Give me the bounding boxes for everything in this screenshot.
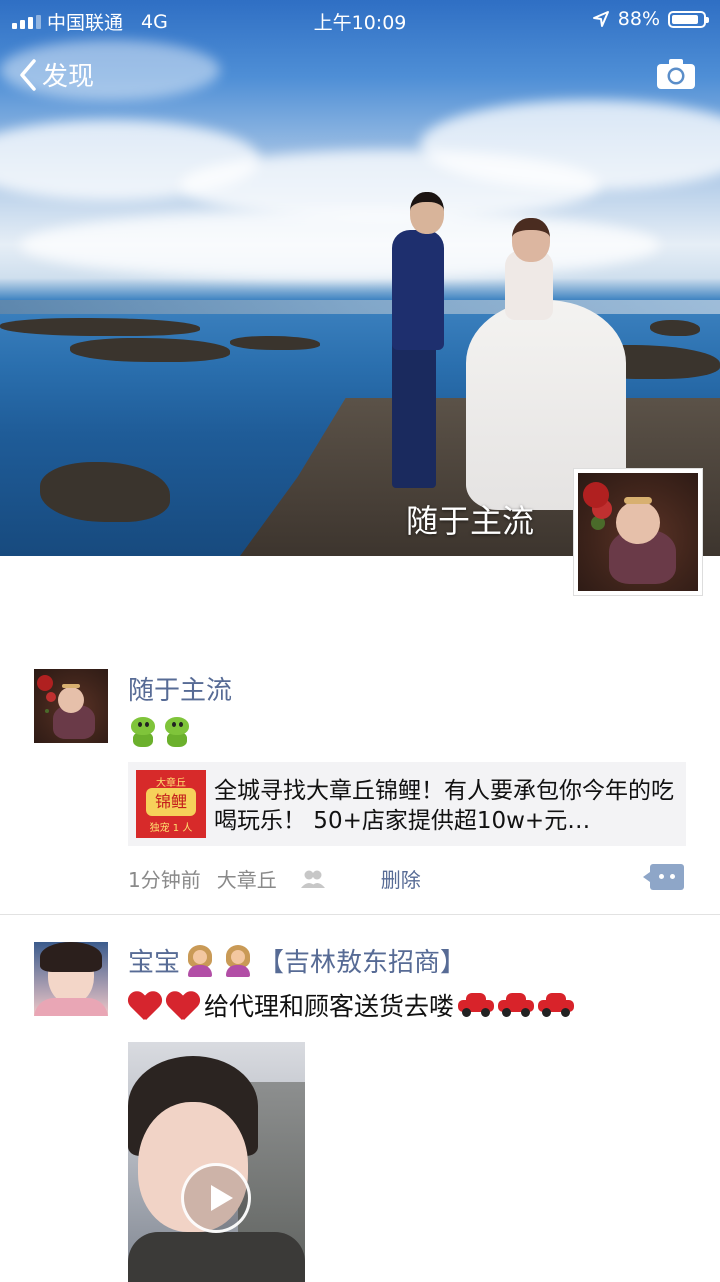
chevron-left-icon	[20, 58, 36, 91]
frog-emoji-icon	[162, 717, 192, 747]
thumb-mid-text: 锦鲤	[146, 788, 196, 816]
woman-emoji-icon	[224, 944, 252, 977]
post-divider	[0, 914, 720, 915]
author-name-main: 宝宝	[128, 948, 181, 978]
post-avatar[interactable]	[34, 669, 108, 743]
post-location[interactable]: 大章丘	[217, 864, 277, 893]
post-author-name[interactable]: 随于主流	[128, 670, 232, 707]
post-time: 1分钟前	[128, 868, 201, 892]
cover-user-name: 随于主流	[405, 502, 534, 540]
battery-icon	[668, 10, 709, 28]
post-author-name[interactable]: 宝宝 【吉林敖东招商】	[128, 942, 466, 979]
video-thumbnail[interactable]	[128, 1042, 305, 1282]
delete-button[interactable]: 删除	[381, 864, 421, 893]
cover-avatar[interactable]	[573, 468, 703, 596]
car-emoji-icon	[538, 992, 575, 1018]
frog-emoji-icon	[128, 717, 158, 747]
woman-emoji-icon	[186, 944, 214, 977]
link-title: 全城寻找大章丘锦鲤！有人要承包你今年的吃喝玩乐！ 50+店家提供超10w+元…	[214, 778, 674, 834]
post-text: 给代理和顾客送货去喽	[128, 987, 575, 1023]
back-button[interactable]: 发现	[18, 56, 94, 93]
thumb-bot-text: 独宠 1 人	[149, 823, 193, 834]
thumb-top-text: 大章丘	[156, 778, 186, 789]
battery-percent: 88%	[617, 8, 660, 30]
link-thumbnail: 大章丘 锦鲤 独宠 1 人	[136, 770, 206, 838]
post-body-text: 给代理和顾客送货去喽	[204, 992, 455, 1021]
camera-icon[interactable]	[656, 58, 696, 90]
back-label: 发现	[42, 62, 95, 92]
comment-icon[interactable]	[643, 864, 684, 890]
car-emoji-icon	[458, 992, 495, 1018]
heart-emoji-icon	[128, 990, 162, 1020]
author-name-tag: 【吉林敖东招商】	[258, 948, 467, 978]
location-arrow-icon	[592, 11, 609, 27]
post-avatar[interactable]	[34, 942, 108, 1016]
shared-link-card[interactable]: 大章丘 锦鲤 独宠 1 人 全城寻找大章丘锦鲤！有人要承包你今年的吃喝玩乐！ 5…	[128, 762, 686, 846]
post-meta: 1分钟前 大章丘 删除	[128, 864, 421, 893]
car-emoji-icon	[498, 992, 535, 1018]
status-bar: 中国联通 4G 上午10:09 88%	[0, 0, 720, 40]
friends-icon[interactable]	[299, 869, 327, 889]
heart-emoji-icon	[166, 990, 200, 1020]
post-text	[128, 716, 196, 747]
play-icon[interactable]	[181, 1163, 251, 1233]
